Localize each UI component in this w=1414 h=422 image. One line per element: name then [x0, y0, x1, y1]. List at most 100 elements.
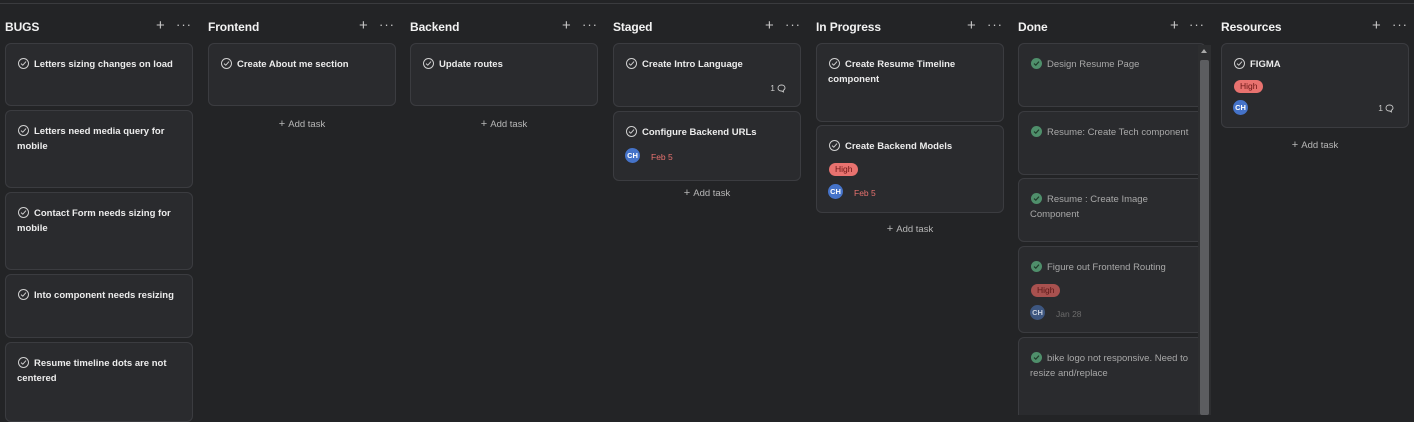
- priority-badge[interactable]: High: [829, 163, 859, 176]
- more-options-icon[interactable]: ···: [1392, 17, 1408, 33]
- task-card[interactable]: Configure Backend URLs CH Feb 5: [613, 111, 801, 181]
- plus-icon: +: [480, 118, 488, 130]
- scrollbar-thumb[interactable]: [1200, 60, 1209, 415]
- comment-icon: [1385, 104, 1394, 113]
- more-options-icon[interactable]: ···: [1189, 17, 1205, 33]
- column-header: Staged + ···: [613, 17, 801, 36]
- more-options-icon[interactable]: ···: [987, 17, 1003, 33]
- column-done: Done + ··· Design Resume Page Resume: Cr…: [1018, 4, 1214, 415]
- task-title: Create About me section: [237, 59, 349, 70]
- add-task-button[interactable]: + Add task: [208, 118, 396, 130]
- add-task-label: Add task: [896, 224, 934, 235]
- column-title: In Progress: [816, 20, 881, 34]
- task-title: Into component needs resizing: [34, 290, 174, 301]
- avatar[interactable]: CH: [625, 148, 640, 163]
- avatar[interactable]: CH: [828, 184, 843, 199]
- column-title: BUGS: [5, 20, 40, 34]
- task-title: Figure out Frontend Routing: [1047, 262, 1166, 273]
- plus-icon: +: [886, 223, 894, 235]
- plus-icon: +: [278, 118, 286, 130]
- due-date[interactable]: Jan 28: [1056, 309, 1082, 319]
- column-title: Backend: [410, 20, 460, 34]
- add-icon[interactable]: +: [156, 18, 165, 34]
- column-header: BUGS + ···: [5, 17, 193, 36]
- more-options-icon[interactable]: ···: [582, 17, 598, 33]
- add-icon[interactable]: +: [765, 18, 774, 34]
- column-header: Frontend + ···: [208, 17, 396, 36]
- comment-count-value: 1: [770, 83, 775, 93]
- due-date[interactable]: Feb 5: [854, 188, 876, 198]
- add-task-button[interactable]: + Add task: [1221, 139, 1409, 151]
- task-card[interactable]: Update routes: [410, 43, 598, 106]
- task-title: Create Backend Models: [845, 141, 953, 152]
- task-card[interactable]: Create Backend Models High CH Feb 5: [816, 125, 1004, 213]
- scroll-up-arrow-icon[interactable]: [1201, 49, 1207, 53]
- task-card[interactable]: Create Resume Timeline component: [816, 43, 1004, 122]
- task-card[interactable]: Letters need media query for mobile: [5, 110, 193, 188]
- column-staged: Staged + ··· Create Intro Language 1 Con…: [613, 4, 801, 415]
- task-title: Create Intro Language: [642, 59, 743, 70]
- task-card[interactable]: Resume : Create Image Component: [1018, 178, 1206, 242]
- column-title: Resources: [1221, 20, 1282, 34]
- column-bugs: BUGS + ··· Letters sizing changes on loa…: [5, 4, 193, 422]
- more-options-icon[interactable]: ···: [785, 17, 801, 33]
- add-icon[interactable]: +: [1170, 18, 1179, 34]
- add-task-label: Add task: [288, 119, 326, 130]
- add-task-button[interactable]: + Add task: [410, 118, 598, 130]
- add-icon[interactable]: +: [562, 18, 571, 34]
- column-resources: Resources + ··· FIGMA High CH 1 + Add tas…: [1221, 4, 1409, 415]
- task-card[interactable]: Design Resume Page: [1018, 43, 1206, 107]
- task-card[interactable]: bike logo not responsive. Need to resize…: [1018, 337, 1206, 415]
- done-column-scrollbar[interactable]: [1198, 45, 1211, 415]
- task-title: Design Resume Page: [1047, 59, 1140, 70]
- add-task-button[interactable]: + Add task: [816, 223, 1004, 235]
- column-backend: Backend + ··· Update routes + Add task: [410, 4, 598, 415]
- comment-count[interactable]: 1: [1378, 103, 1394, 113]
- add-task-label: Add task: [1301, 140, 1339, 151]
- task-title: Configure Backend URLs: [642, 127, 757, 138]
- task-title: Letters need media query for mobile: [17, 126, 165, 152]
- comment-count-value: 1: [1378, 103, 1383, 113]
- column-title: Frontend: [208, 20, 260, 34]
- task-card[interactable]: Into component needs resizing: [5, 274, 193, 338]
- task-card[interactable]: Resume: Create Tech component: [1018, 111, 1206, 175]
- more-options-icon[interactable]: ···: [176, 17, 192, 33]
- avatar[interactable]: CH: [1030, 305, 1045, 320]
- more-options-icon[interactable]: ···: [379, 17, 395, 33]
- task-title: Resume: Create Tech component: [1047, 127, 1189, 138]
- task-card[interactable]: FIGMA High CH 1: [1221, 43, 1409, 128]
- task-card[interactable]: Create Intro Language 1: [613, 43, 801, 107]
- task-title: Letters sizing changes on load: [34, 59, 173, 70]
- add-icon[interactable]: +: [967, 18, 976, 34]
- task-title: Create Resume Timeline component: [828, 59, 956, 85]
- add-task-button[interactable]: + Add task: [613, 187, 801, 199]
- task-title: Resume : Create Image Component: [1030, 194, 1148, 220]
- column-title: Done: [1018, 20, 1048, 34]
- column-header: Resources + ···: [1221, 17, 1409, 36]
- add-task-label: Add task: [693, 188, 731, 199]
- task-card[interactable]: Letters sizing changes on load: [5, 43, 193, 106]
- task-title: Update routes: [439, 59, 503, 70]
- column-frontend: Frontend + ··· Create About me section +…: [208, 4, 396, 415]
- priority-badge[interactable]: High: [1031, 284, 1061, 297]
- comment-icon: [777, 84, 786, 93]
- column-in-progress: In Progress + ··· Create Resume Timeline…: [816, 4, 1004, 415]
- comment-count[interactable]: 1: [770, 83, 786, 93]
- task-card[interactable]: Create About me section: [208, 43, 396, 106]
- task-card[interactable]: Resume timeline dots are not centered: [5, 342, 193, 422]
- column-header: Done + ···: [1018, 17, 1214, 36]
- column-header: Backend + ···: [410, 17, 598, 36]
- task-title: FIGMA: [1250, 59, 1281, 70]
- due-date[interactable]: Feb 5: [651, 152, 673, 162]
- column-title: Staged: [613, 20, 653, 34]
- add-task-label: Add task: [490, 119, 528, 130]
- task-title: bike logo not responsive. Need to resize…: [1030, 353, 1189, 379]
- plus-icon: +: [683, 187, 691, 199]
- add-icon[interactable]: +: [1372, 18, 1381, 34]
- task-card[interactable]: Contact Form needs sizing for mobile: [5, 192, 193, 270]
- priority-badge[interactable]: High: [1234, 80, 1264, 93]
- add-icon[interactable]: +: [359, 18, 368, 34]
- avatar[interactable]: CH: [1233, 100, 1248, 115]
- task-card[interactable]: Figure out Frontend Routing High CH Jan …: [1018, 246, 1206, 333]
- task-title: Resume timeline dots are not centered: [17, 358, 167, 384]
